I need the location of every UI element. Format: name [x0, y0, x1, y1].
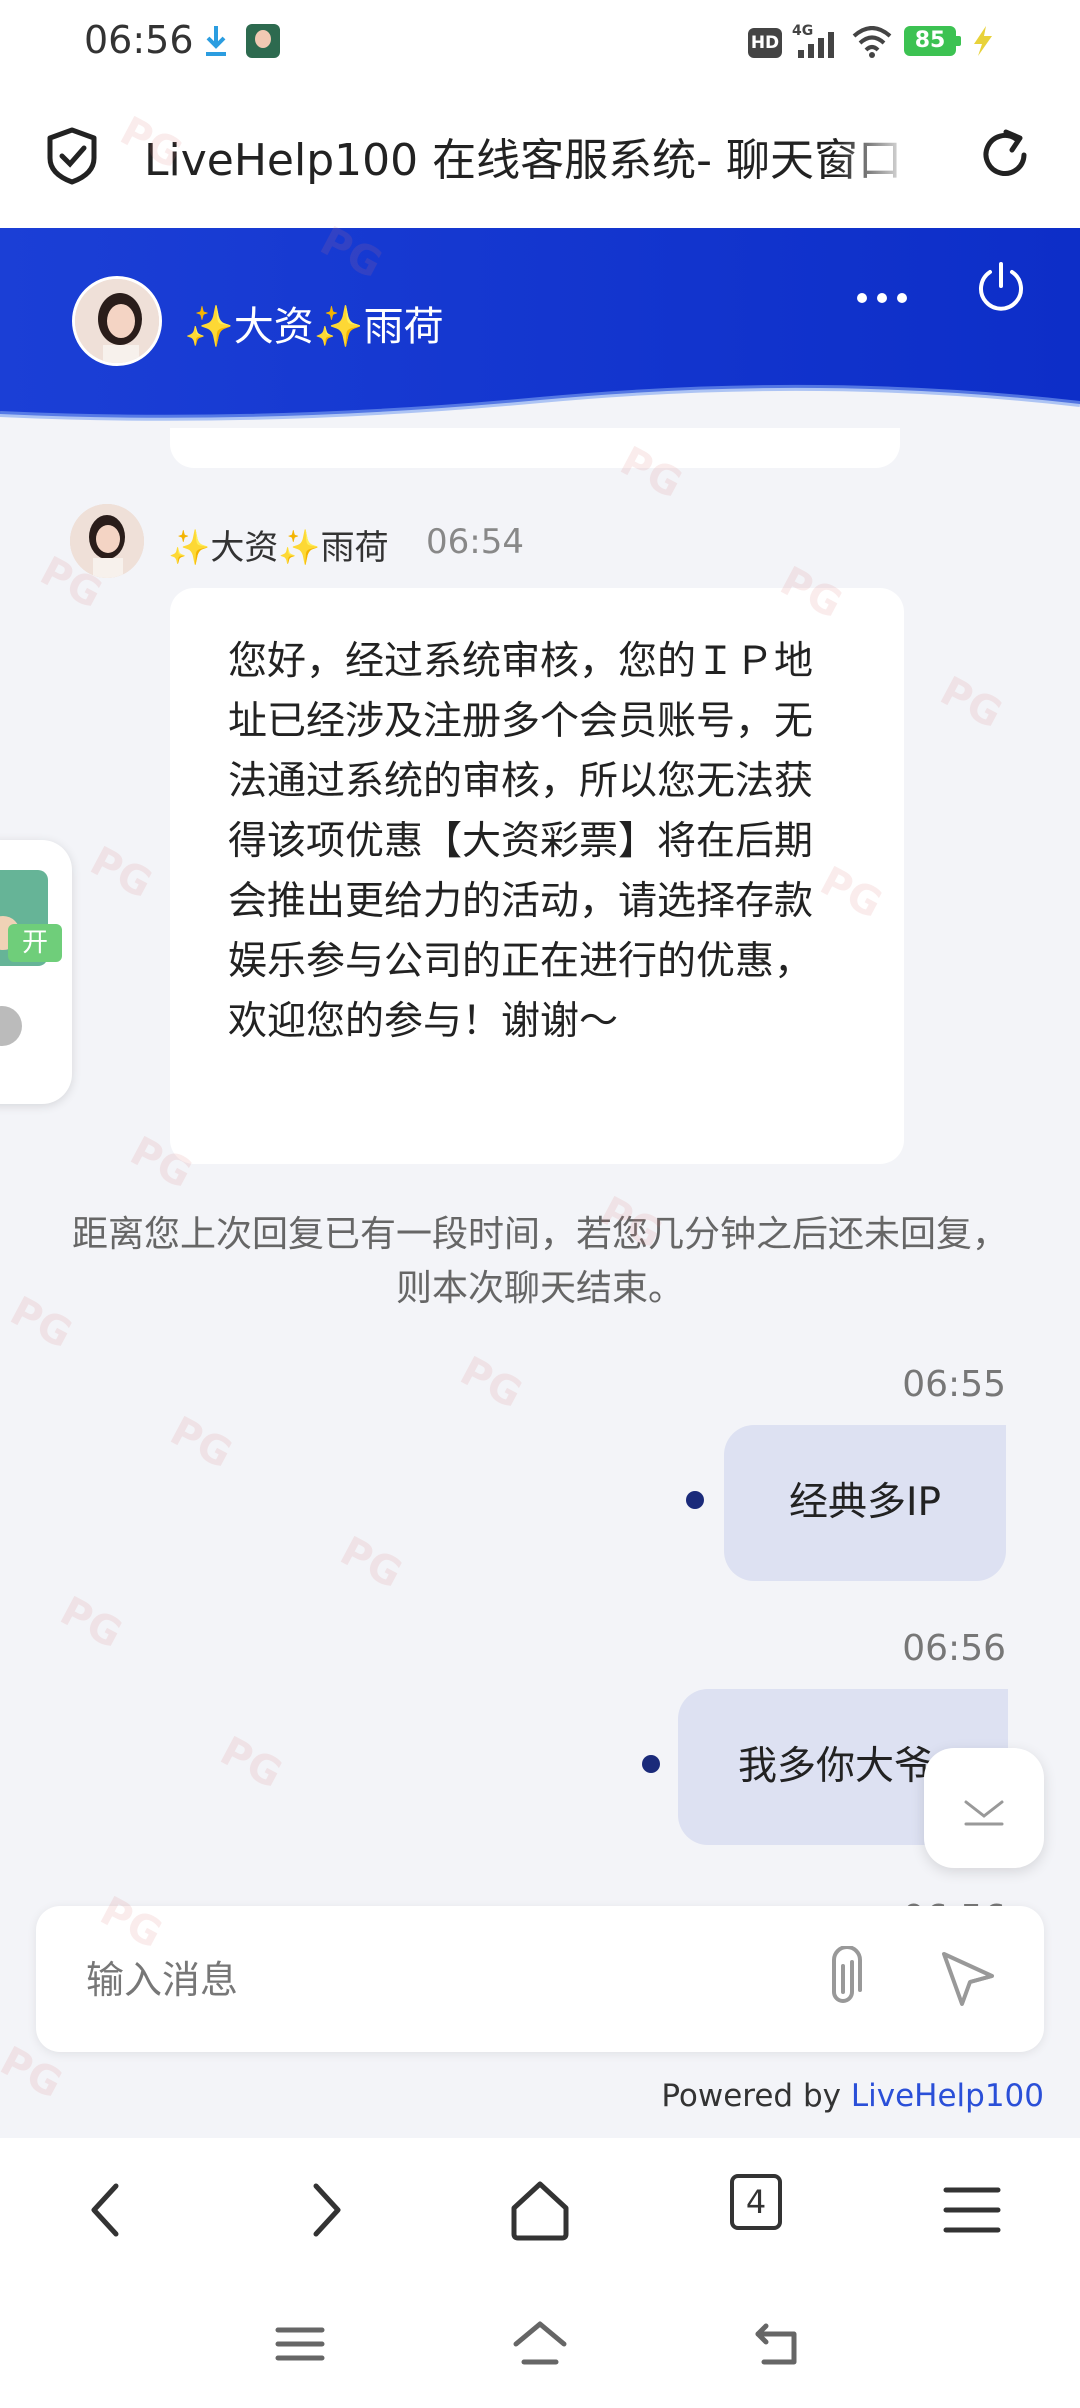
- powered-by-link[interactable]: LiveHelp100: [851, 2078, 1044, 2114]
- charging-icon: [974, 26, 992, 56]
- chevron-down-icon: [964, 1800, 1004, 1826]
- widget-open-badge[interactable]: 开: [8, 924, 62, 962]
- previous-message-bubble: [170, 428, 900, 468]
- chat-messages[interactable]: ✨大资✨雨荷 06:54 您好，经过系统审核，您的ＩＰ地址已经涉及注册多个会员账…: [0, 428, 1080, 1908]
- read-status-dot: [642, 1755, 660, 1773]
- power-icon[interactable]: [972, 258, 1030, 316]
- home-icon[interactable]: [504, 2174, 576, 2246]
- battery-level: 85: [904, 26, 956, 56]
- app-notification-icon: [246, 24, 280, 58]
- message-composer: [36, 1906, 1044, 2052]
- system-back-icon[interactable]: [750, 2314, 810, 2374]
- tabs-button[interactable]: 4: [730, 2174, 782, 2230]
- browser-toolbar: 4: [0, 2138, 1080, 2282]
- send-icon[interactable]: [936, 1946, 1000, 2010]
- recents-icon[interactable]: [270, 2314, 330, 2374]
- chat-header: ✨大资✨雨荷: [0, 228, 1080, 428]
- more-options-icon[interactable]: [852, 278, 912, 318]
- system-nav-bar: [0, 2282, 1080, 2408]
- download-icon: [206, 26, 226, 56]
- battery-tip: [956, 36, 961, 46]
- status-time: 06:56: [84, 18, 194, 62]
- agent-message-bubble: 您好，经过系统审核，您的ＩＰ地址已经涉及注册多个会员账号，无法通过系统的审核，所…: [170, 588, 904, 1164]
- status-bar: 06:56 HD 4G 85: [0, 0, 1080, 88]
- header-background: [0, 228, 1080, 421]
- scroll-to-bottom-button[interactable]: [924, 1748, 1044, 1868]
- message-agent-name: ✨大资✨雨荷: [168, 528, 389, 568]
- reload-icon[interactable]: [976, 126, 1034, 184]
- svg-text:4G: 4G: [792, 23, 813, 39]
- powered-by-prefix: Powered by: [661, 2078, 851, 2114]
- security-shield-icon[interactable]: [44, 126, 100, 186]
- powered-by: Powered by LiveHelp100: [661, 2078, 1044, 2114]
- agent-avatar[interactable]: [72, 276, 162, 366]
- back-icon[interactable]: [72, 2174, 144, 2246]
- signal-icon: 4G: [792, 23, 834, 58]
- hd-badge: HD: [748, 28, 782, 58]
- message-timestamp: 06:55: [902, 1364, 1006, 1405]
- message-agent-avatar: [70, 504, 144, 578]
- message-timestamp: 06:54: [426, 522, 524, 562]
- user-message-bubble: 经典多IP: [724, 1425, 1006, 1581]
- agent-name: ✨大资✨雨荷: [184, 304, 444, 350]
- paperclip-icon[interactable]: [818, 1946, 868, 2012]
- menu-icon[interactable]: [936, 2174, 1008, 2246]
- address-bar[interactable]: LiveHelp100 在线客服系统- 聊天窗口: [0, 88, 1080, 228]
- system-home-icon[interactable]: [510, 2314, 570, 2374]
- widget-close-icon[interactable]: [0, 1006, 22, 1046]
- system-notice: 距离您上次回复已有一段时间，若您几分钟之后还未回复，则本次聊天结束。: [71, 1214, 1008, 1309]
- page-title[interactable]: LiveHelp100 在线客服系统- 聊天窗口: [144, 124, 914, 188]
- wifi-icon: [852, 26, 892, 58]
- forward-icon[interactable]: [288, 2174, 360, 2246]
- message-input[interactable]: [86, 1950, 786, 2010]
- read-status-dot: [686, 1491, 704, 1509]
- message-timestamp: 06:56: [902, 1628, 1006, 1669]
- floating-side-widget[interactable]: 开: [0, 840, 72, 1104]
